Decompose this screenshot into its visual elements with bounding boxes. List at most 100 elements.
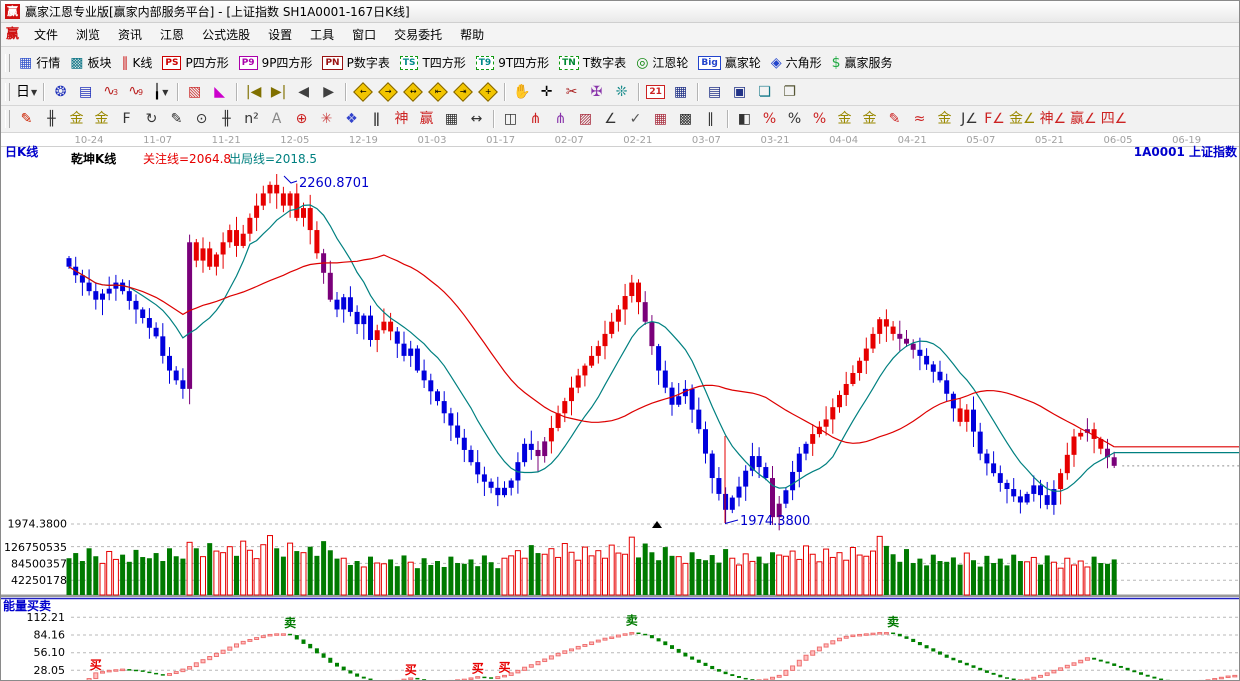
pct-lines-button[interactable]: % — [807, 108, 832, 130]
region-zoom-button[interactable]: ❂ — [48, 81, 73, 103]
compress-left-button[interactable]: ⇤ — [425, 81, 450, 103]
grid-123-button[interactable]: ▦ — [439, 108, 464, 130]
menu-设置[interactable]: 设置 — [259, 23, 301, 46]
gold-ratio-1-button[interactable]: 金 — [64, 108, 89, 130]
volume-flag-button[interactable]: ◣ — [207, 81, 232, 103]
wave-9-button[interactable]: ∿9 — [123, 81, 148, 103]
grid-dark-button[interactable]: ▩ — [673, 108, 698, 130]
menu-帮助[interactable]: 帮助 — [451, 23, 493, 46]
shen-angle-button[interactable]: 神∠ — [1038, 108, 1069, 130]
gold-angle-2-button[interactable]: 金∠ — [1007, 108, 1038, 130]
toolbar-grip[interactable] — [5, 54, 10, 72]
9p-square-button[interactable]: P99P四方形 — [234, 54, 318, 71]
ying-tool-button[interactable]: 赢 — [414, 108, 439, 130]
winner-wheel-button[interactable]: Big赢家轮 — [693, 54, 765, 71]
notes-button[interactable]: ▤ — [702, 81, 727, 103]
t-square-button[interactable]: TST四方形 — [395, 54, 471, 71]
time-circle-button[interactable]: ⊙ — [189, 108, 214, 130]
web-grid-button[interactable]: ▨ — [573, 108, 598, 130]
parallel-lines-button[interactable]: ∥ — [698, 108, 723, 130]
time-comb-button[interactable]: ╫ — [214, 108, 239, 130]
capture-button[interactable]: ❏ — [752, 81, 777, 103]
sectors-button[interactable]: ▩板块 — [65, 54, 116, 71]
gold-ratio-2-button[interactable]: 金 — [89, 108, 114, 130]
angle-lines-button[interactable]: ∠ — [598, 108, 623, 130]
price-mark-button[interactable]: ǁ — [364, 108, 389, 130]
quotes-button[interactable]: ▦行情 — [14, 54, 65, 71]
candle-style-button[interactable]: ╽▼ — [148, 81, 173, 103]
draw-brush-button[interactable]: ✎ — [14, 108, 39, 130]
gann-grid-button[interactable]: ◧ — [732, 108, 757, 130]
pct-plain-button[interactable]: % — [782, 108, 807, 130]
n-square-button[interactable]: n² — [239, 108, 264, 130]
comb-ruler-button[interactable]: ╫ — [39, 108, 64, 130]
cut-tool-button[interactable]: ✂ — [559, 81, 584, 103]
t-number-table-button[interactable]: TNT数字表 — [554, 54, 631, 71]
toolbar-grip[interactable] — [5, 110, 10, 128]
chart-canvas[interactable]: 10-2411-0711-2112-0512-1901-0301-1702-07… — [1, 133, 1240, 681]
save-button[interactable]: ▣ — [727, 81, 752, 103]
compress-right-button[interactable]: ⇥ — [450, 81, 475, 103]
menu-公式选股[interactable]: 公式选股 — [193, 23, 259, 46]
menu-工具[interactable]: 工具 — [301, 23, 343, 46]
menu-江恩[interactable]: 江恩 — [151, 23, 193, 46]
print-button[interactable]: ❐ — [777, 81, 802, 103]
flag-pen-button[interactable]: ✎ — [882, 108, 907, 130]
winner-service-button[interactable]: $赢家服务 — [827, 54, 898, 71]
pan-right-button[interactable]: → — [375, 81, 400, 103]
last-page-button[interactable]: ▶| — [266, 81, 291, 103]
kline-button[interactable]: ∥K线 — [117, 54, 158, 71]
box-range-button[interactable]: ◫ — [498, 108, 523, 130]
shen-tool-button[interactable]: 神 — [389, 108, 414, 130]
prev-page-button[interactable]: ◀ — [291, 81, 316, 103]
gann-wheel-button[interactable]: ◎江恩轮 — [631, 54, 693, 71]
menu-资讯[interactable]: 资讯 — [109, 23, 151, 46]
p-square-button[interactable]: PSP四方形 — [157, 54, 233, 71]
calculator-button[interactable]: ▦ — [668, 81, 693, 103]
h-measure-button[interactable]: ↔ — [464, 108, 489, 130]
fib-tool-button[interactable]: F — [114, 108, 139, 130]
fan-red-button[interactable]: ⋔ — [523, 108, 548, 130]
svg-text:2260.8701: 2260.8701 — [299, 176, 369, 191]
grid-red-button[interactable]: ▦ — [648, 108, 673, 130]
fan-purple-button[interactable]: ⋔ — [548, 108, 573, 130]
f-angle-button[interactable]: F∠ — [982, 108, 1007, 130]
target-cross-button[interactable]: ⊕ — [289, 108, 314, 130]
info-panel-button[interactable]: ▤ — [73, 81, 98, 103]
menu-窗口[interactable]: 窗口 — [343, 23, 385, 46]
pan-left-button[interactable]: ← — [350, 81, 375, 103]
spiral-tool-button[interactable]: ↻ — [139, 108, 164, 130]
next-page-button[interactable]: ▶ — [316, 81, 341, 103]
hexagon-button[interactable]: ◈六角形 — [766, 54, 827, 71]
j-angle-button[interactable]: J∠ — [957, 108, 982, 130]
menu-交易委托[interactable]: 交易委托 — [385, 23, 451, 46]
check-wave-button[interactable]: ✓ — [623, 108, 648, 130]
gold-angle-button[interactable]: 金 — [932, 108, 957, 130]
qiankun-kline-button[interactable]: ▧ — [182, 81, 207, 103]
si-angle-button[interactable]: 四∠ — [1099, 108, 1130, 130]
p-number-table-button[interactable]: PNP数字表 — [317, 54, 394, 71]
center-view-button[interactable]: + — [475, 81, 500, 103]
menu-文件[interactable]: 文件 — [25, 23, 67, 46]
web-box-button[interactable]: ❖ — [339, 108, 364, 130]
hand-tool-button[interactable]: ✋ — [509, 81, 534, 103]
brush-angle-button[interactable]: ✎ — [164, 108, 189, 130]
crosshair-button[interactable]: ✛ — [534, 81, 559, 103]
gold-circle-button[interactable]: 金 — [832, 108, 857, 130]
pct-retrace-button[interactable]: % — [757, 108, 782, 130]
cloud-tool-button[interactable]: ❊ — [609, 81, 634, 103]
web-red-button[interactable]: ✳ — [314, 108, 339, 130]
first-page-button[interactable]: |◀ — [241, 81, 266, 103]
wave-3-button[interactable]: ∿3 — [98, 81, 123, 103]
9t-square-button[interactable]: T99T四方形 — [471, 54, 554, 71]
gold-lines-button[interactable]: 金 — [857, 108, 882, 130]
expand-h-button[interactable]: ↔ — [400, 81, 425, 103]
angle-a-button[interactable]: A — [264, 108, 289, 130]
menu-浏览[interactable]: 浏览 — [67, 23, 109, 46]
ying-angle-button[interactable]: 赢∠ — [1068, 108, 1099, 130]
calendar-button[interactable]: 21 — [643, 81, 668, 103]
toolbar-grip[interactable] — [5, 83, 10, 101]
period-day-button[interactable]: 日▼ — [14, 81, 39, 103]
wave-tool-button[interactable]: ≈ — [907, 108, 932, 130]
clamp-tool-button[interactable]: ✠ — [584, 81, 609, 103]
